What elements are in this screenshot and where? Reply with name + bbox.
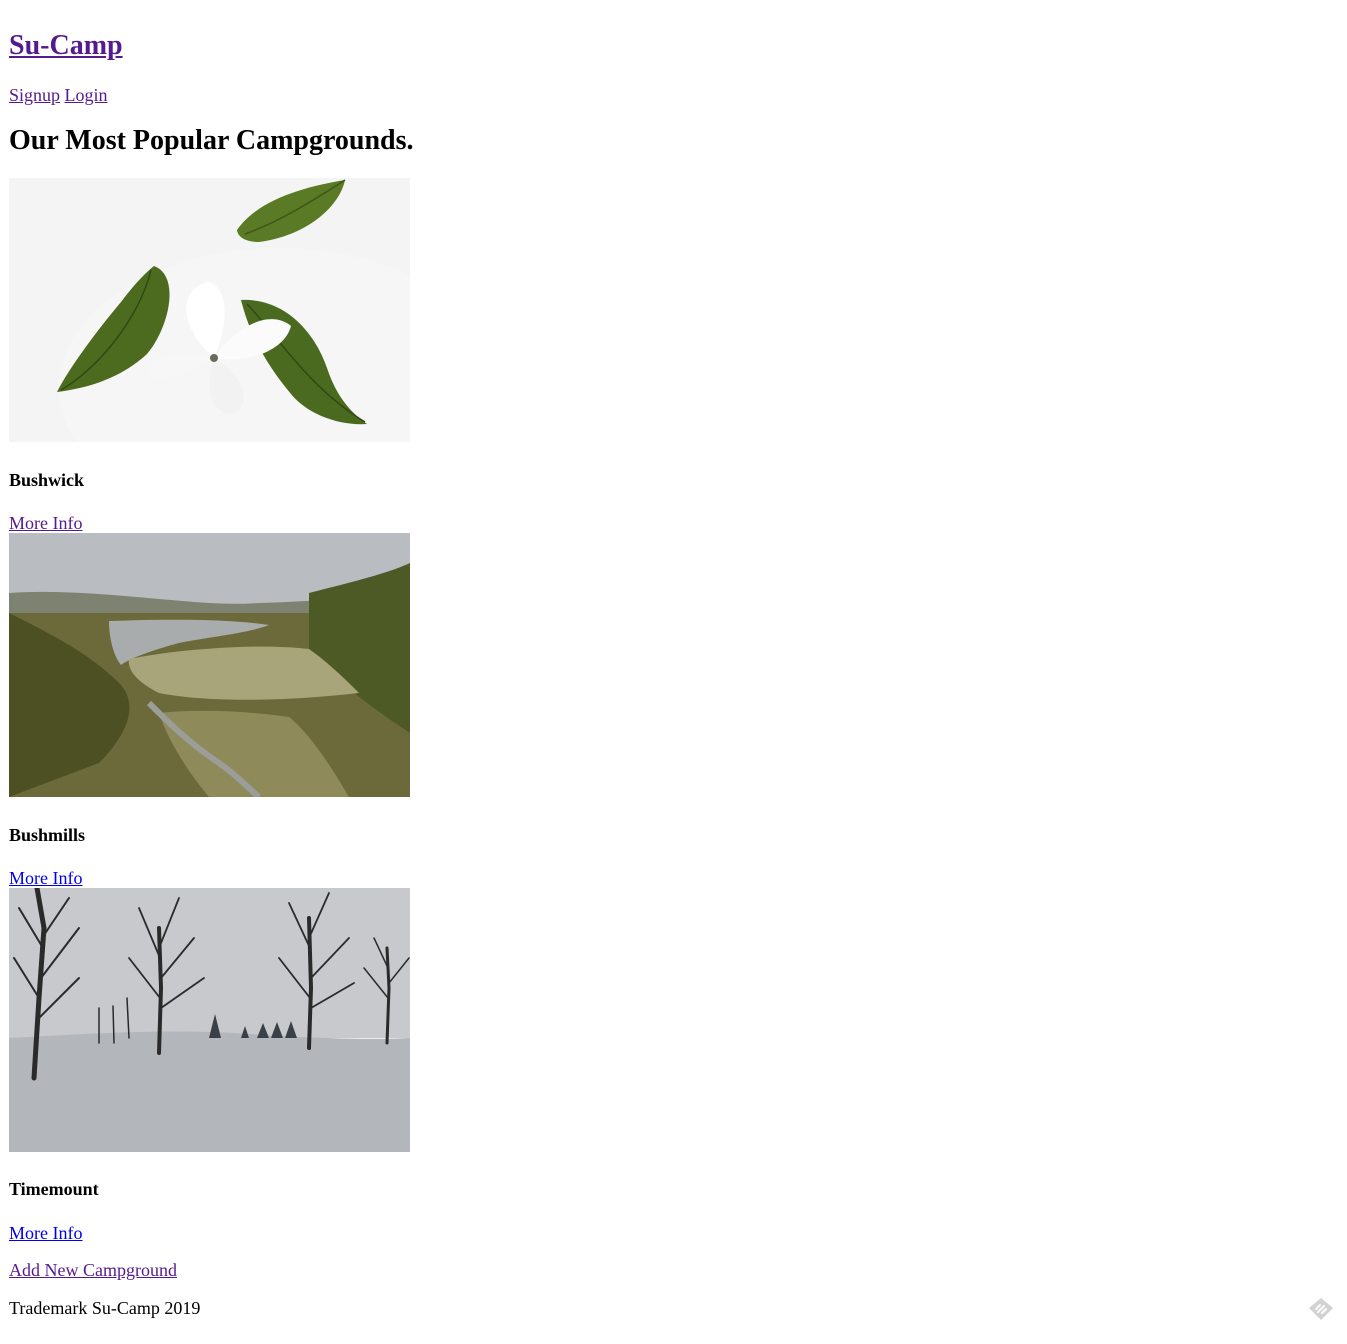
add-campground-link[interactable]: Add New Campground xyxy=(9,1259,177,1281)
campground-image xyxy=(9,533,410,797)
campground-name: Bushwick xyxy=(9,470,85,490)
login-link[interactable]: Login xyxy=(65,85,108,105)
campground-name: Bushmills xyxy=(9,825,86,845)
footer-text: Trademark Su-Camp 2019 xyxy=(9,1298,201,1318)
more-info-link[interactable]: More Info xyxy=(9,867,82,889)
more-info-link[interactable]: More Info xyxy=(9,1222,82,1244)
campground-image xyxy=(9,178,410,442)
page-title: Our Most Popular Campgrounds. xyxy=(9,125,414,156)
more-info-link[interactable]: More Info xyxy=(9,512,82,534)
extension-badge-icon[interactable] xyxy=(1307,1296,1335,1322)
campground-name: Timemount xyxy=(9,1179,99,1199)
brand-link[interactable]: Su-Camp xyxy=(9,30,123,61)
site-brand: Su-Camp xyxy=(9,30,123,62)
signup-link[interactable]: Signup xyxy=(9,85,60,105)
auth-nav: Signup Login xyxy=(9,84,108,106)
campground-image xyxy=(9,888,410,1152)
